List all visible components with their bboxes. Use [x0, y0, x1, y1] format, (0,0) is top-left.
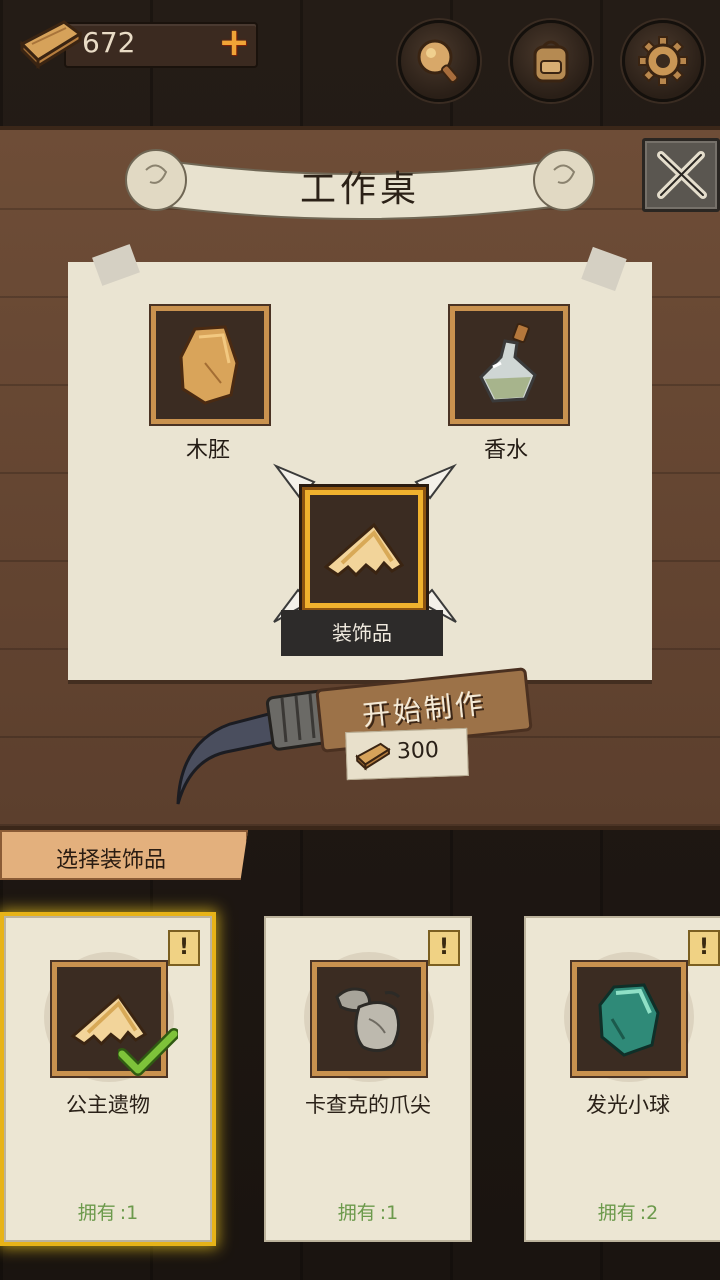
cloth-fragment-icon	[323, 522, 405, 578]
alert-badge: !	[688, 930, 720, 966]
wood-blank-label: 木胚	[185, 438, 230, 463]
perfume-bottle-icon	[479, 323, 537, 403]
owned-count: 拥有:1	[266, 1198, 470, 1225]
item-slot	[572, 962, 686, 1076]
wood-counter: 672 +	[18, 18, 258, 70]
rattle-button[interactable]	[398, 20, 480, 102]
workbench-title: 工作桌	[299, 169, 420, 210]
item-slot	[312, 962, 426, 1076]
owned-label: 拥有	[77, 1202, 116, 1224]
owned-label: 拥有	[337, 1202, 376, 1224]
checkmark-icon	[118, 1028, 178, 1076]
decoration-label: 装饰品	[281, 610, 443, 656]
crafting-cost: 300	[345, 727, 469, 781]
alert-badge: !	[428, 930, 460, 966]
item-name: 公主遗物	[66, 1093, 150, 1117]
section-label: 选择装饰品	[56, 848, 167, 873]
wood-blank-icon	[179, 325, 239, 405]
wood-plank-icon	[19, 20, 82, 70]
rattle-icon	[417, 39, 459, 84]
settings-button[interactable]	[622, 20, 704, 102]
decoration-slot[interactable]	[305, 490, 423, 608]
material-slot-wood-blank[interactable]	[151, 306, 269, 424]
cost-value: 300	[396, 737, 440, 765]
item-card[interactable]: ! 卡查克的爪尖 拥有:1	[264, 916, 472, 1242]
perfume-label: 香水	[483, 438, 528, 463]
owned-label: 拥有	[597, 1202, 636, 1224]
gear-icon	[638, 36, 688, 86]
owned-number: :2	[639, 1202, 659, 1224]
backpack-button[interactable]	[510, 20, 592, 102]
owned-count: 拥有:1	[6, 1198, 210, 1225]
item-name: 发光小球	[586, 1093, 670, 1117]
glowing-orb-icon	[598, 983, 660, 1057]
select-decoration-tab: 选择装饰品	[0, 830, 248, 880]
alert-badge: !	[168, 930, 200, 966]
add-wood-button[interactable]: +	[214, 22, 254, 62]
close-button[interactable]	[642, 138, 720, 212]
title-banner: 工作桌	[120, 140, 600, 224]
close-icon	[657, 151, 707, 199]
item-name: 卡查克的爪尖	[305, 1093, 431, 1117]
hook-blade-icon	[176, 689, 335, 805]
owned-count: 拥有:2	[526, 1198, 720, 1225]
owned-number: :1	[119, 1202, 139, 1224]
wood-count: 672	[82, 26, 136, 59]
backpack-icon	[533, 40, 569, 83]
claw-icon	[335, 987, 401, 1052]
material-slot-perfume[interactable]	[450, 306, 568, 424]
wood-plank-icon	[355, 742, 391, 771]
item-card[interactable]: ! 公主遗物 拥有:1	[4, 916, 212, 1242]
item-card[interactable]: ! 发光小球 拥有:2	[524, 916, 720, 1242]
owned-number: :1	[379, 1202, 399, 1224]
